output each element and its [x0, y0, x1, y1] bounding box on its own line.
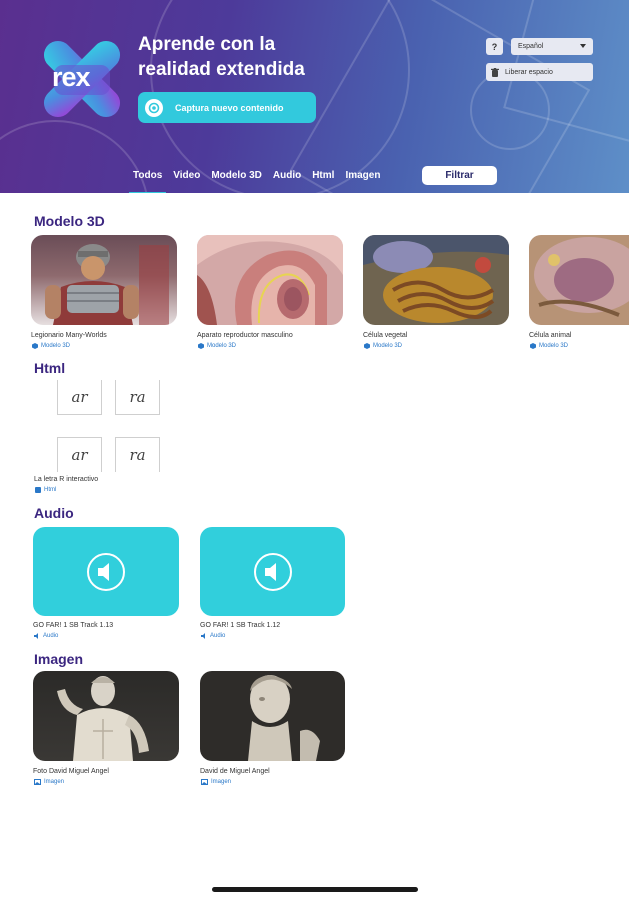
headline-line: realidad extendida [138, 59, 305, 80]
card-type: Modelo 3D [32, 343, 70, 349]
audio-thumbnail [200, 527, 345, 616]
capture-content-button[interactable]: Captura nuevo contenido [138, 92, 316, 123]
cube-icon [198, 343, 204, 349]
content-tabs: Todos Video Modelo 3D Audio Html Imagen [128, 170, 391, 193]
card-type: Modelo 3D [198, 343, 236, 349]
filter-button[interactable]: Filtrar [422, 166, 497, 185]
section-title-audio: Audio [34, 505, 74, 521]
html-preview-tile: ar [57, 437, 102, 472]
section-title-html: Html [34, 360, 66, 376]
card-title: La letra R interactivo [34, 476, 99, 483]
language-value: Español [518, 43, 544, 50]
thumbnail-legionario [31, 235, 177, 325]
card-title: Célula vegetal [363, 332, 408, 339]
html-preview-tile: ra [115, 437, 160, 472]
headline-line: Aprende con la [138, 34, 276, 55]
card-type-label: Modelo 3D [373, 343, 403, 349]
card-type: Imagen [201, 779, 231, 785]
tab-video[interactable]: Video [173, 170, 200, 186]
card-type-label: Audio [43, 633, 59, 639]
card-type-label: Imagen [211, 779, 232, 785]
card-type-label: Modelo 3D [41, 343, 71, 349]
free-space-label: Liberar espacio [505, 68, 553, 76]
card-title: Legionario Many-Worlds [31, 332, 107, 339]
thumbnail-celula-animal [529, 235, 629, 325]
tab-html[interactable]: Html [312, 170, 334, 186]
image-icon [201, 779, 208, 785]
thumbnail-celula-vegetal [363, 235, 509, 325]
tab-imagen[interactable]: Imagen [345, 170, 380, 186]
thumbnail-aparato-reproductor [197, 235, 343, 325]
cube-icon [32, 343, 38, 349]
help-button[interactable]: ? [486, 38, 503, 55]
card-type: Audio [201, 633, 225, 639]
page-headline: Aprende con la realidad extendida [138, 32, 368, 82]
card-type: Modelo 3D [530, 343, 568, 349]
thumbnail-david-escultura [200, 671, 345, 761]
speaker-small-icon [201, 633, 205, 639]
code-icon [35, 487, 41, 493]
trash-icon [491, 67, 499, 77]
card-title: David de Miguel Angel [200, 768, 270, 775]
cube-icon [364, 343, 370, 349]
tab-modelo-3d[interactable]: Modelo 3D [211, 170, 262, 186]
card-type: Html [35, 487, 56, 493]
card-type: Modelo 3D [364, 343, 402, 349]
tab-todos[interactable]: Todos [128, 170, 167, 193]
html-preview-tile: ar [57, 380, 102, 415]
home-indicator[interactable] [212, 887, 418, 892]
free-space-button[interactable]: Liberar espacio [486, 63, 593, 81]
card-type-label: Html [44, 487, 57, 493]
card-type: Imagen [34, 779, 64, 785]
cube-icon [530, 343, 536, 349]
card-title: GO FAR! 1 SB Track 1.13 [33, 622, 114, 629]
thumbnail-david-foto [33, 671, 179, 761]
capture-content-label: Captura nuevo contenido [175, 102, 284, 113]
card-type-label: Modelo 3D [207, 343, 237, 349]
card-title: Aparato reproductor masculino [197, 332, 293, 339]
header-banner: rex Aprende con la realidad extendida Ca… [0, 0, 629, 193]
chevron-down-icon [580, 43, 586, 50]
card-type-label: Imagen [44, 779, 65, 785]
card-title: Foto David Miguel Angel [33, 768, 109, 775]
camera-shutter-icon [145, 98, 163, 117]
speaker-icon [87, 552, 125, 591]
section-title-modelo-3d: Modelo 3D [34, 213, 105, 229]
card-type-label: Audio [210, 633, 226, 639]
section-title-imagen: Imagen [34, 651, 84, 667]
image-icon [34, 779, 41, 785]
html-preview-tile: ra [115, 380, 160, 415]
background-decoration [0, 120, 150, 193]
card-title: Célula animal [529, 332, 572, 339]
speaker-small-icon [34, 633, 38, 639]
audio-thumbnail [33, 527, 179, 616]
logo-text: rex [52, 62, 91, 92]
card-type-label: Modelo 3D [539, 343, 569, 349]
card-type: Audio [34, 633, 58, 639]
tab-audio[interactable]: Audio [273, 170, 301, 186]
speaker-icon [253, 552, 292, 591]
language-select[interactable]: Español [511, 38, 593, 55]
card-title: GO FAR! 1 SB Track 1.12 [200, 622, 281, 629]
